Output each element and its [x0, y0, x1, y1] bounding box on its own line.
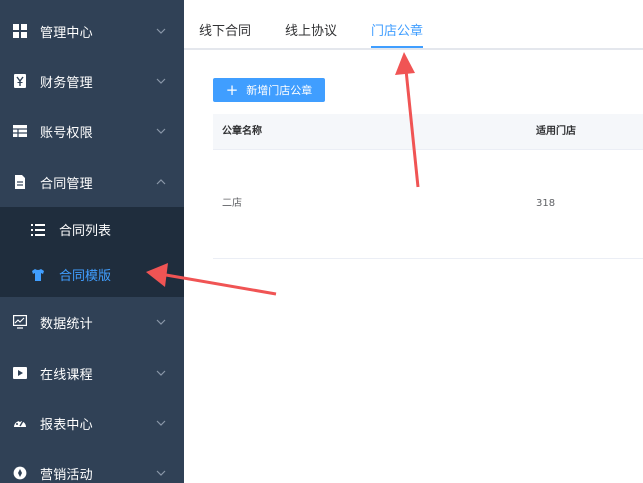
sidebar-item-label: 账号权限 [40, 125, 93, 141]
contract-submenu: 合同列表 合同模版 [0, 207, 184, 297]
sidebar-item-label: 数据统计 [40, 316, 93, 332]
sidebar-item-report-center[interactable]: 报表中心 [0, 398, 184, 448]
table-header: 公章名称 适用门店 [213, 114, 643, 150]
chevron-down-icon [156, 319, 166, 325]
sidebar: 管理中心 财务管理 账号权限 合同管理 合同列表 合同模版 数据统计 在线课程 … [0, 0, 184, 483]
sidebar-item-label: 在线课程 [40, 367, 93, 383]
sidebar-item-label: 合同管理 [40, 176, 93, 192]
sidebar-item-label: 营销活动 [40, 467, 93, 483]
chevron-down-icon [156, 128, 166, 134]
grid-icon [12, 23, 28, 39]
sidebar-item-statistics[interactable]: 数据统计 [0, 297, 184, 347]
sidebar-item-finance[interactable]: 财务管理 [0, 56, 184, 106]
dashboard-icon [12, 415, 28, 431]
chevron-down-icon [156, 470, 166, 476]
document-icon [12, 174, 28, 190]
main-content: 线下合同 线上协议 门店公章 + 新增门店公章 公章名称 适用门店 二店 318 [184, 0, 643, 483]
yen-icon [12, 73, 28, 89]
submenu-item-label: 合同列表 [59, 224, 112, 239]
submenu-item-contract-list[interactable]: 合同列表 [0, 207, 184, 252]
chevron-down-icon [156, 420, 166, 426]
sidebar-item-label: 财务管理 [40, 75, 93, 91]
compass-icon [12, 465, 28, 481]
seal-table: 公章名称 适用门店 二店 318 [213, 114, 643, 259]
shirt-icon [31, 268, 45, 282]
add-button-label: 新增门店公章 [246, 84, 313, 97]
sidebar-item-online-courses[interactable]: 在线课程 [0, 348, 184, 398]
sidebar-item-account-permissions[interactable]: 账号权限 [0, 106, 184, 156]
cell-seal-name: 二店 [222, 198, 242, 209]
column-header-applicable-store: 适用门店 [536, 126, 576, 137]
chevron-down-icon [156, 28, 166, 34]
app-root: 管理中心 财务管理 账号权限 合同管理 合同列表 合同模版 数据统计 在线课程 … [0, 0, 643, 483]
sidebar-item-management-center[interactable]: 管理中心 [0, 6, 184, 56]
sidebar-item-marketing[interactable]: 营销活动 [0, 448, 184, 483]
submenu-item-label: 合同模版 [59, 269, 112, 284]
add-store-seal-button[interactable]: + 新增门店公章 [213, 78, 325, 102]
tab-label: 线上协议 [285, 24, 338, 39]
tab-bar: 线下合同 线上协议 门店公章 [184, 0, 643, 50]
monitor-chart-icon [12, 314, 28, 330]
chevron-up-icon [156, 179, 166, 185]
chevron-down-icon [156, 370, 166, 376]
sidebar-item-label: 报表中心 [40, 417, 93, 433]
column-header-seal-name: 公章名称 [222, 126, 262, 137]
play-icon [12, 365, 28, 381]
chevron-down-icon [156, 78, 166, 84]
cell-applicable-store: 318 [536, 198, 556, 209]
submenu-item-contract-template[interactable]: 合同模版 [0, 252, 184, 297]
tab-label: 门店公章 [371, 24, 424, 39]
table-row[interactable]: 二店 318 [213, 150, 643, 259]
sidebar-item-label: 管理中心 [40, 25, 93, 41]
list-icon [31, 223, 45, 237]
plus-icon: + [225, 80, 239, 99]
table-icon [12, 123, 28, 139]
active-tab-indicator [371, 46, 423, 48]
sidebar-item-contract-management[interactable]: 合同管理 [0, 157, 184, 207]
tab-label: 线下合同 [199, 24, 252, 39]
